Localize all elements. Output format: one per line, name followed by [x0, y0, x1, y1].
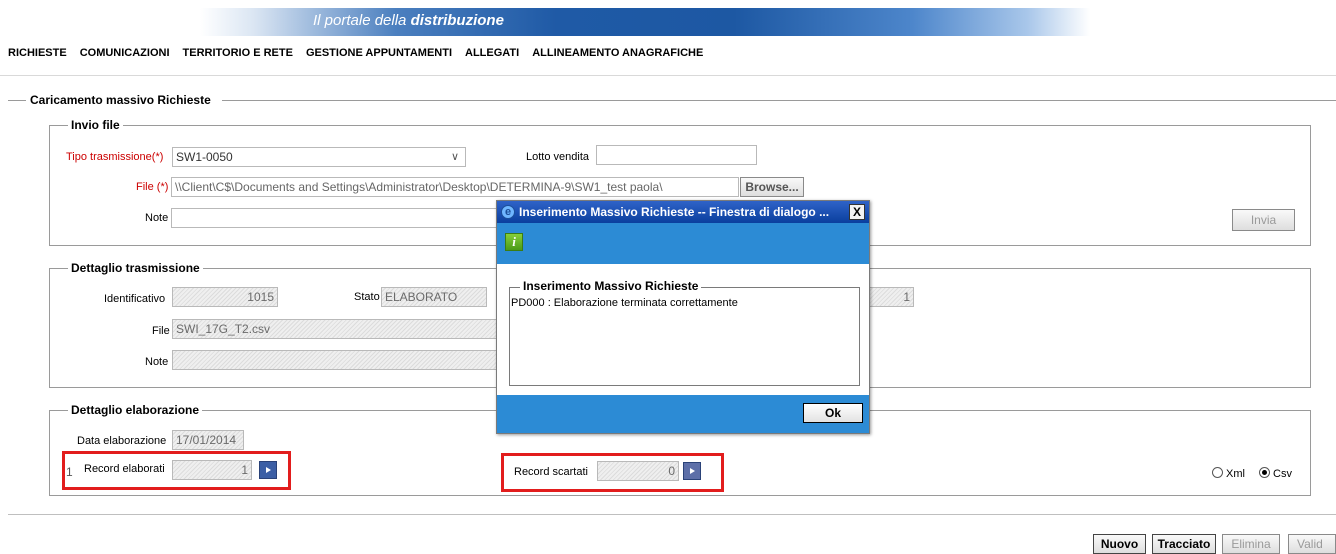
bottom-divider [8, 514, 1336, 515]
identificativo-field: 1015 [172, 287, 278, 307]
section-rule-left [8, 100, 26, 101]
trasmissione-note-label: Note [145, 356, 169, 368]
info-icon: i [505, 233, 523, 251]
browse-button[interactable]: Browse... [740, 177, 804, 197]
format-xml-radio[interactable] [1212, 467, 1223, 478]
valida-button[interactable]: Valid [1288, 534, 1336, 554]
menu-comunicazioni[interactable]: COMUNICAZIONI [80, 47, 170, 63]
menu-allineamento-anagrafiche[interactable]: ALLINEAMENTO ANAGRAFICHE [532, 47, 703, 63]
ok-button[interactable]: Ok [803, 403, 863, 423]
format-xml-label: Xml [1226, 468, 1245, 480]
record-scartati-highlight [501, 453, 724, 492]
dettaglio-trasmissione-legend: Dettaglio trasmissione [68, 261, 203, 275]
note-input[interactable] [171, 208, 501, 228]
invia-button[interactable]: Invia [1232, 209, 1295, 231]
chevron-down-icon: ∨ [450, 151, 459, 163]
tipo-trasmissione-select[interactable]: SW1-0050 ∨ [172, 147, 466, 167]
stato-label: Stato [354, 291, 380, 303]
data-elaborazione-field: 17/01/2014 [172, 430, 244, 450]
portal-title-prefix: Il portale della [313, 12, 407, 29]
section-rule-right [222, 100, 1336, 101]
dialog-message: PD000 : Elaborazione terminata correttam… [511, 297, 738, 309]
elimina-button[interactable]: Elimina [1222, 534, 1280, 554]
invio-file-legend: Invio file [68, 118, 123, 132]
trasmissione-note-field [172, 350, 500, 370]
trasmissione-file-label: File [152, 325, 170, 337]
dettaglio-elaborazione-legend: Dettaglio elaborazione [68, 403, 203, 417]
format-csv-radio[interactable] [1259, 467, 1270, 478]
dialog-title-bar: e Inserimento Massivo Richieste -- Fines… [497, 201, 869, 223]
menu-divider [0, 75, 1336, 76]
section-title: Caricamento massivo Richieste [30, 93, 211, 107]
data-elaborazione-label: Data elaborazione [77, 435, 167, 447]
menu-territorio-e-rete[interactable]: TERRITORIO E RETE [183, 47, 293, 63]
note-label: Note [145, 212, 169, 224]
trasmissione-file-field: SWI_17G_T2.csv [172, 319, 500, 339]
portal-title-bold: distribuzione [410, 12, 504, 29]
dialog-title: Inserimento Massivo Richieste -- Finestr… [519, 205, 830, 219]
dialog-fieldset-legend: Inserimento Massivo Richieste [520, 279, 702, 293]
inserimento-massivo-dialog: e Inserimento Massivo Richieste -- Fines… [496, 200, 870, 434]
dialog-header-band: i [497, 223, 869, 264]
dialog-footer-band: Ok [497, 395, 869, 433]
lotto-vendita-label: Lotto vendita [526, 151, 589, 163]
nuovo-button[interactable]: Nuovo [1093, 534, 1146, 554]
file-path-input[interactable]: \\Client\C$\Documents and Settings\Admin… [171, 177, 739, 197]
record-elaborati-highlight [62, 451, 291, 490]
identificativo-label: Identificativo [104, 293, 166, 305]
tracciato-button[interactable]: Tracciato [1152, 534, 1216, 554]
stato-field: ELABORATO [381, 287, 487, 307]
trasmissione-count-field: 1 [868, 287, 914, 307]
file-label: File (*) [136, 181, 169, 193]
portal-title: Il portale della distribuzione [313, 12, 504, 29]
tipo-trasmissione-label: Tipo trasmissione(*) [66, 151, 164, 163]
format-csv-label: Csv [1273, 468, 1292, 480]
lotto-vendita-input[interactable] [596, 145, 757, 165]
main-menu: RICHIESTE COMUNICAZIONI TERRITORIO E RET… [8, 47, 716, 63]
menu-gestione-appuntamenti[interactable]: GESTIONE APPUNTAMENTI [306, 47, 452, 63]
menu-richieste[interactable]: RICHIESTE [8, 47, 67, 63]
tipo-trasmissione-value: SW1-0050 [176, 150, 233, 164]
menu-allegati[interactable]: ALLEGATI [465, 47, 519, 63]
close-icon[interactable]: X [849, 204, 865, 220]
browser-icon: e [501, 205, 515, 219]
